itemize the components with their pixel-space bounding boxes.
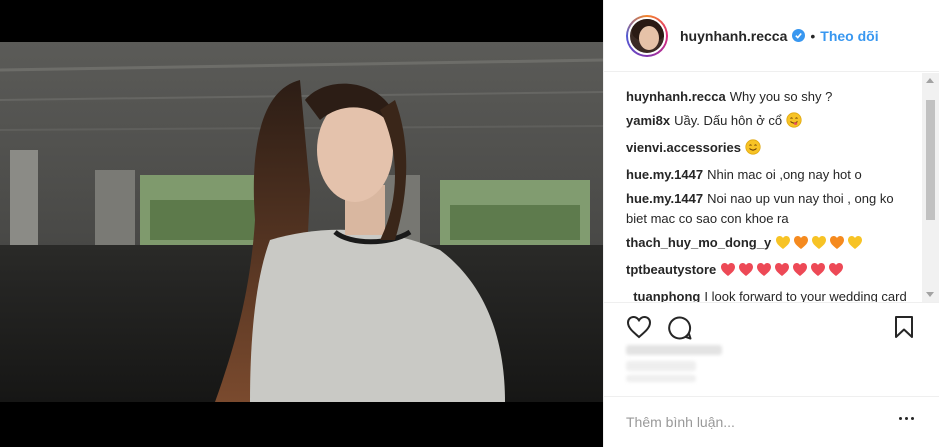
author-username[interactable]: huynhanh.recca	[680, 28, 787, 44]
add-comment-bar: Thêm bình luận...	[604, 396, 939, 447]
comment-username[interactable]: vienvi.accessories	[626, 140, 741, 155]
orange-heart-emoji-icon	[793, 235, 809, 256]
comment: tptbeautystore	[626, 260, 916, 283]
red-heart-emoji-icon	[828, 262, 844, 283]
comment-username[interactable]: hue.my.1447	[626, 191, 703, 206]
comment-text: Why you so shy ?	[729, 89, 833, 104]
heart-icon[interactable]	[626, 315, 652, 339]
post-sidebar: huynhanh.recca • Theo dõi huynhanh.recca…	[603, 0, 939, 447]
post-header: huynhanh.recca • Theo dõi	[604, 0, 939, 72]
comment-username[interactable]: thach_huy_mo_dong_y	[626, 235, 771, 250]
post-photo[interactable]	[0, 0, 603, 447]
comment: vienvi.accessories	[626, 138, 916, 161]
red-heart-emoji-icon	[738, 262, 754, 283]
scrollbar-thumb[interactable]	[926, 100, 935, 220]
comments-section: huynhanh.recca Why you so shy ? yami8x Uầy.…	[604, 73, 939, 302]
red-heart-emoji-icon	[720, 262, 736, 283]
orange-heart-emoji-icon	[829, 235, 845, 256]
photo-image	[0, 0, 603, 447]
verified-badge-icon	[792, 29, 806, 42]
comment-text: I look forward to your wedding card	[704, 289, 907, 302]
comment-username[interactable]: _tuanphong	[626, 289, 700, 302]
yellow-heart-emoji-icon	[775, 235, 791, 256]
follow-button[interactable]: Theo dõi	[820, 28, 878, 44]
scroll-up-icon[interactable]	[926, 78, 934, 83]
red-heart-emoji-icon	[810, 262, 826, 283]
likes-count-blurred	[626, 345, 722, 355]
bookmark-icon[interactable]	[894, 315, 914, 339]
comment: hue.my.1447 Noi nao up vun nay thoi , ong…	[626, 189, 916, 229]
scroll-down-icon[interactable]	[926, 292, 934, 297]
separator-dot: •	[810, 27, 816, 44]
comment-username[interactable]: hue.my.1447	[626, 167, 703, 182]
add-comment-input[interactable]: Thêm bình luận...	[626, 414, 735, 430]
comment-username[interactable]: yami8x	[626, 113, 670, 128]
avatar[interactable]	[626, 14, 668, 57]
avatar-image	[628, 16, 666, 55]
red-heart-emoji-icon	[792, 262, 808, 283]
comment: yami8x Uầy. Dấu hôn ở cổ	[626, 111, 916, 134]
likes-count-blurred-2	[626, 361, 696, 371]
comment-text: Uầy. Dấu hôn ở cổ	[674, 113, 786, 128]
yellow-heart-emoji-icon	[847, 235, 863, 256]
more-options-icon[interactable]	[899, 417, 914, 420]
grinning-tongue-emoji-icon	[786, 112, 802, 134]
comment-username[interactable]: huynhanh.recca	[626, 89, 726, 104]
smile-emoji-icon	[745, 139, 761, 161]
comment: _tuanphong I look forward to your wedding…	[626, 287, 916, 302]
comment: thach_huy_mo_dong_y	[626, 233, 916, 256]
yellow-heart-emoji-icon	[811, 235, 827, 256]
comment-list: huynhanh.recca Why you so shy ? yami8x Uầy.…	[626, 87, 916, 302]
comments-scrollbar[interactable]	[922, 73, 939, 302]
post-date-blurred	[626, 375, 696, 382]
red-heart-emoji-icon	[774, 262, 790, 283]
comment-username[interactable]: tptbeautystore	[626, 262, 716, 277]
comment-icon[interactable]	[667, 315, 693, 341]
red-heart-emoji-icon	[756, 262, 772, 283]
comment: huynhanh.recca Why you so shy ?	[626, 87, 916, 107]
comment-text: Nhin mac oi ,ong nay hot o	[707, 167, 862, 182]
comment: hue.my.1447 Nhin mac oi ,ong nay hot o	[626, 165, 916, 185]
